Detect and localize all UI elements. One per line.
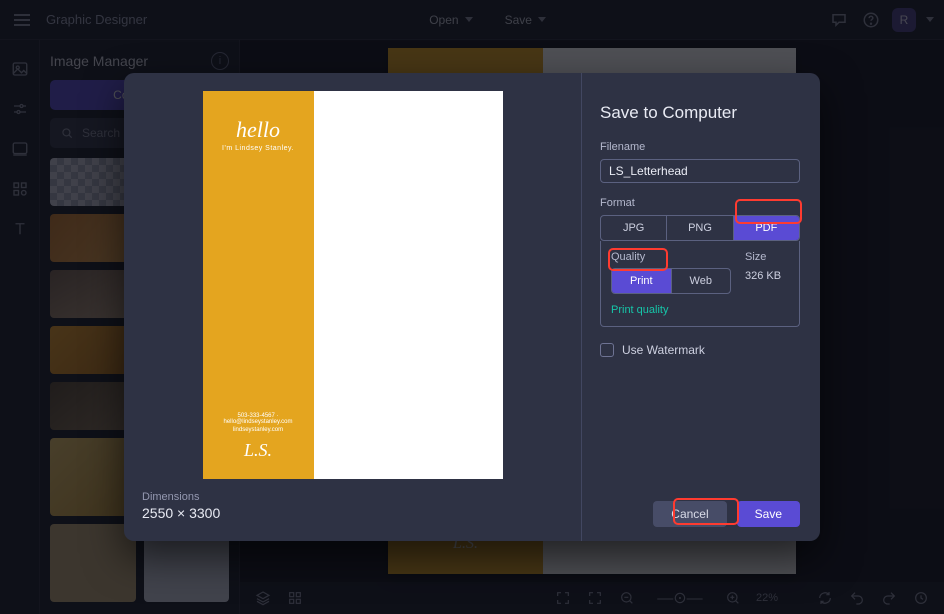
dialog-title: Save to Computer [600,103,800,123]
dialog-preview: hello I'm Lindsey Stanley. 503-333-4567 … [203,91,503,479]
dimensions-value: 2550 × 3300 [142,505,563,521]
format-segmented: JPG PNG PDF [600,215,800,241]
save-button[interactable]: Save [737,501,800,527]
format-pdf[interactable]: PDF [733,216,799,240]
size-value: 326 KB [745,270,789,282]
format-jpg[interactable]: JPG [601,216,666,240]
cancel-button[interactable]: Cancel [653,501,726,527]
save-dialog: hello I'm Lindsey Stanley. 503-333-4567 … [124,73,820,541]
preview-hello: hello [222,119,294,141]
watermark-checkbox[interactable]: Use Watermark [600,343,800,357]
dialog-actions: Cancel Save [653,501,800,527]
preview-subtitle: I'm Lindsey Stanley. [222,145,294,152]
quality-segmented: Print Web [611,268,731,294]
quality-label: Quality [611,251,731,263]
quality-note: Print quality [611,304,789,316]
dialog-form-column: Save to Computer Filename Format JPG PNG… [582,73,820,541]
format-subbox: Quality Print Web Size 326 KB Print qual… [600,241,800,327]
size-label: Size [745,251,789,263]
format-png[interactable]: PNG [666,216,732,240]
filename-label: Filename [600,141,800,153]
dimensions-label: Dimensions [142,491,563,503]
format-label: Format [600,197,800,209]
quality-web[interactable]: Web [671,269,731,293]
quality-print[interactable]: Print [612,269,671,293]
filename-input[interactable] [600,159,800,183]
dialog-preview-column: hello I'm Lindsey Stanley. 503-333-4567 … [124,73,582,541]
checkbox-icon [600,343,614,357]
